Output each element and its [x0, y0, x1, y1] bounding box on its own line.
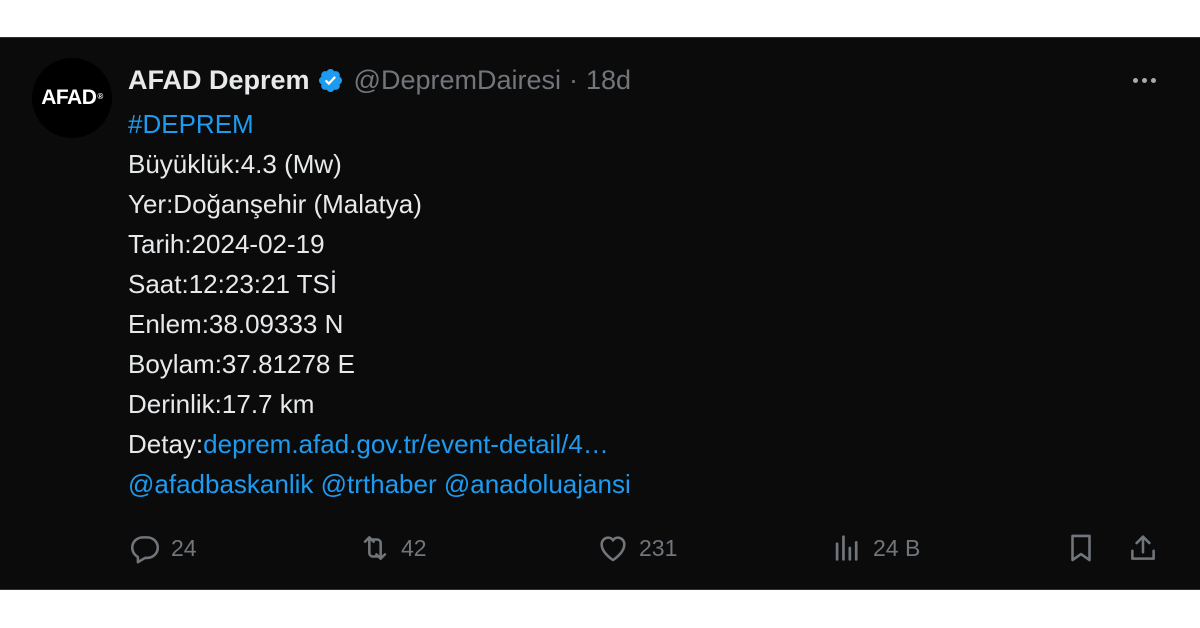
mentions-line: @afadbaskanlik @trthaber @anadoluajansi	[128, 464, 1128, 504]
mention-link[interactable]: @afadbaskanlik	[128, 469, 313, 499]
repost-icon	[363, 536, 387, 560]
location-line: Yer:Doğanşehir (Malatya)	[128, 189, 422, 219]
separator-dot: ·	[569, 64, 579, 95]
latitude-line: Enlem:38.09333 N	[128, 309, 344, 339]
author-name[interactable]: AFAD Deprem	[128, 65, 310, 96]
verified-badge-icon	[318, 68, 342, 92]
repost-count: 42	[401, 534, 427, 561]
more-dot	[1132, 77, 1138, 83]
avatar[interactable]: AFAD ®	[32, 58, 112, 138]
share-icon	[1131, 535, 1155, 560]
analytics-icon	[835, 535, 858, 561]
depth-line: Derinlik:17.7 km	[128, 389, 315, 419]
date-line: Tarih:2024-02-19	[128, 229, 325, 259]
like-button[interactable]: 231	[596, 528, 677, 568]
bookmark-button[interactable]	[1064, 528, 1107, 568]
mention-link[interactable]: @trthaber	[321, 469, 437, 499]
share-button[interactable]	[1126, 528, 1169, 568]
views-button[interactable]: 24 B	[830, 528, 920, 568]
time-line: Saat:12:23:21 TSİ	[128, 269, 338, 299]
avatar-registered-mark: ®	[97, 91, 103, 101]
magnitude-line: Büyüklük:4.3 (Mw)	[128, 149, 342, 179]
bookmark-icon	[1071, 534, 1091, 562]
tweet-header: AFAD Deprem @DepremDairesi · 18d	[128, 62, 631, 98]
action-bar: 24 42 231 24 B	[128, 528, 1168, 568]
tweet-timestamp[interactable]: 18d	[586, 65, 631, 96]
detail-line: Detay:deprem.afad.gov.tr/event-detail/4…	[128, 424, 1128, 464]
heart-icon	[600, 536, 626, 562]
reply-button[interactable]: 24	[128, 528, 197, 568]
reply-count: 24	[171, 534, 197, 561]
views-count: 24 B	[873, 534, 921, 561]
detail-label: Detay:	[128, 429, 204, 459]
tweet-text: #DEPREM Büyüklük:4.3 (Mw) Yer:Doğanşehir…	[128, 104, 1128, 504]
tweet-card: AFAD ® AFAD Deprem @DepremDairesi · 18d #…	[0, 37, 1200, 590]
longitude-line: Boylam:37.81278 E	[128, 349, 355, 379]
repost-button[interactable]: 42	[358, 528, 427, 568]
more-dot	[1150, 77, 1156, 83]
mention-link[interactable]: @anadoluajansi	[444, 469, 631, 499]
like-count: 231	[639, 534, 678, 561]
detail-link[interactable]: deprem.afad.gov.tr/event-detail/4…	[203, 429, 609, 459]
reply-icon	[130, 536, 160, 564]
author-handle[interactable]: @DepremDairesi	[354, 65, 561, 96]
hashtag-link[interactable]: #DEPREM	[128, 104, 1128, 144]
more-dot	[1141, 77, 1147, 83]
more-options-icon[interactable]	[1126, 68, 1162, 92]
avatar-logo-text: AFAD	[41, 86, 97, 109]
